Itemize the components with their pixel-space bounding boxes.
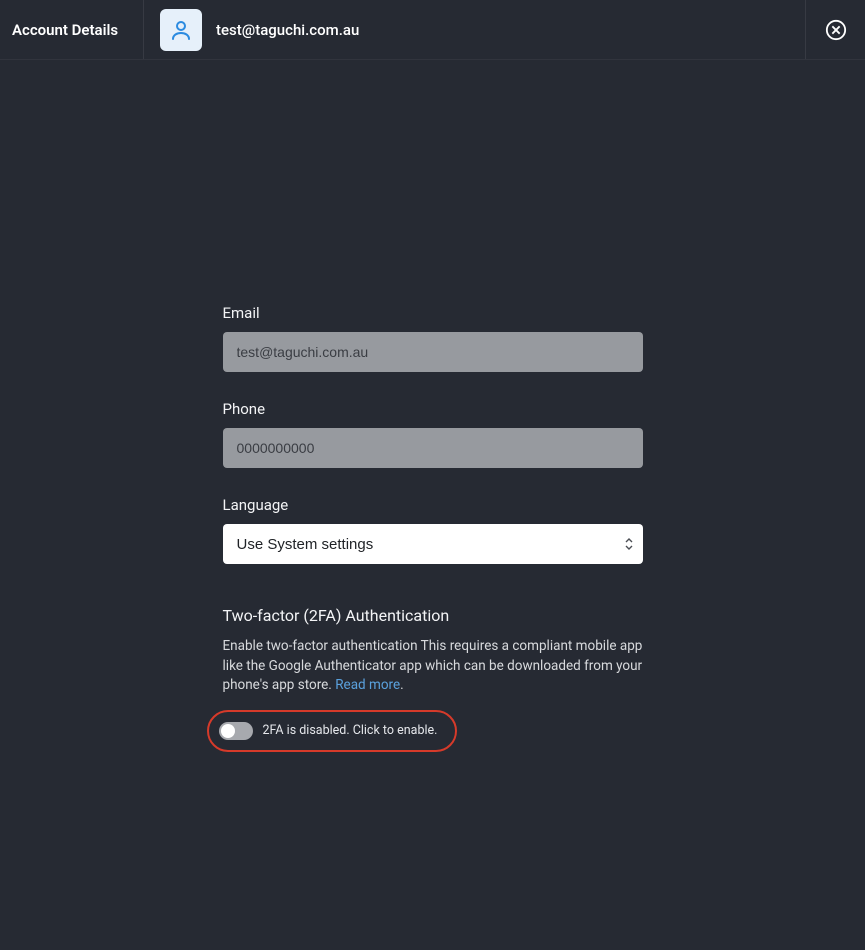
header-user: test@taguchi.com.au xyxy=(144,0,805,59)
header-email: test@taguchi.com.au xyxy=(216,21,359,39)
twofa-toggle-label: 2FA is disabled. Click to enable. xyxy=(263,723,438,738)
main: Email Phone Language Use System settings… xyxy=(0,60,865,752)
email-label: Email xyxy=(223,304,643,322)
page-title: Account Details xyxy=(0,0,144,59)
language-select-wrap: Use System settings xyxy=(223,524,643,564)
user-icon xyxy=(160,9,202,51)
close-icon xyxy=(825,19,847,41)
phone-field[interactable] xyxy=(223,428,643,468)
header: Account Details test@taguchi.com.au xyxy=(0,0,865,60)
email-field[interactable] xyxy=(223,332,643,372)
twofa-title: Two-factor (2FA) Authentication xyxy=(223,606,643,625)
read-more-link[interactable]: Read more xyxy=(335,677,400,693)
twofa-toggle-row: 2FA is disabled. Click to enable. xyxy=(207,710,458,752)
twofa-toggle[interactable] xyxy=(219,722,253,740)
language-label: Language xyxy=(223,496,643,514)
close-button[interactable] xyxy=(805,0,865,59)
twofa-description: Enable two-factor authentication This re… xyxy=(223,637,643,696)
language-select[interactable]: Use System settings xyxy=(223,524,643,564)
phone-label: Phone xyxy=(223,400,643,418)
account-form: Email Phone Language Use System settings… xyxy=(223,304,643,752)
